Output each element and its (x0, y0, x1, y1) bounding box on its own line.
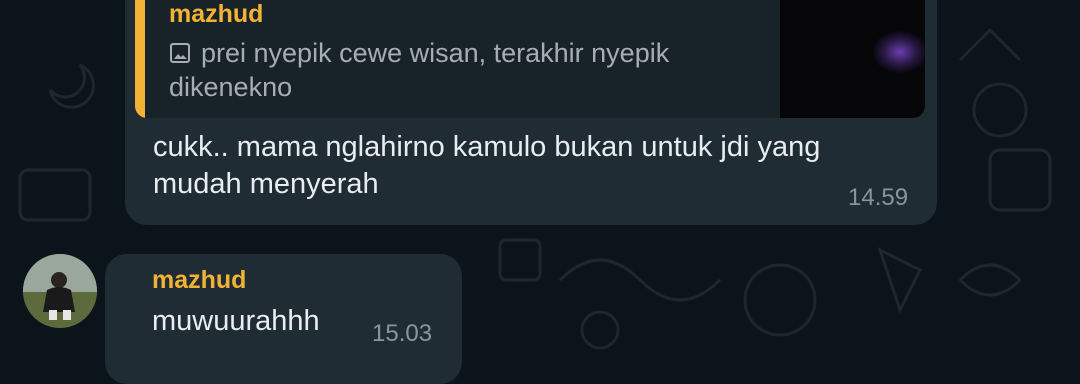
sender-name: mazhud (152, 266, 247, 294)
quoted-message[interactable]: mazhud prei nyepik cewe wisan, terakhir … (135, 0, 925, 118)
quote-text: prei nyepik cewe wisan, terakhir nyepik … (169, 38, 670, 102)
message-text: muwuurahhh (152, 305, 320, 337)
quote-sender-name: mazhud (169, 0, 264, 28)
quote-text-block: prei nyepik cewe wisan, terakhir nyepik … (169, 36, 769, 104)
quote-accent-bar (135, 0, 145, 118)
message-timestamp: 14.59 (848, 184, 909, 211)
quote-thumbnail (780, 0, 925, 118)
message-text: cukk.. mama nglahirno kamulo bukan untuk… (153, 131, 821, 200)
image-icon (170, 43, 190, 63)
avatar[interactable] (23, 254, 97, 328)
message-timestamp: 15.03 (372, 320, 433, 347)
avatar-photo (23, 254, 97, 328)
